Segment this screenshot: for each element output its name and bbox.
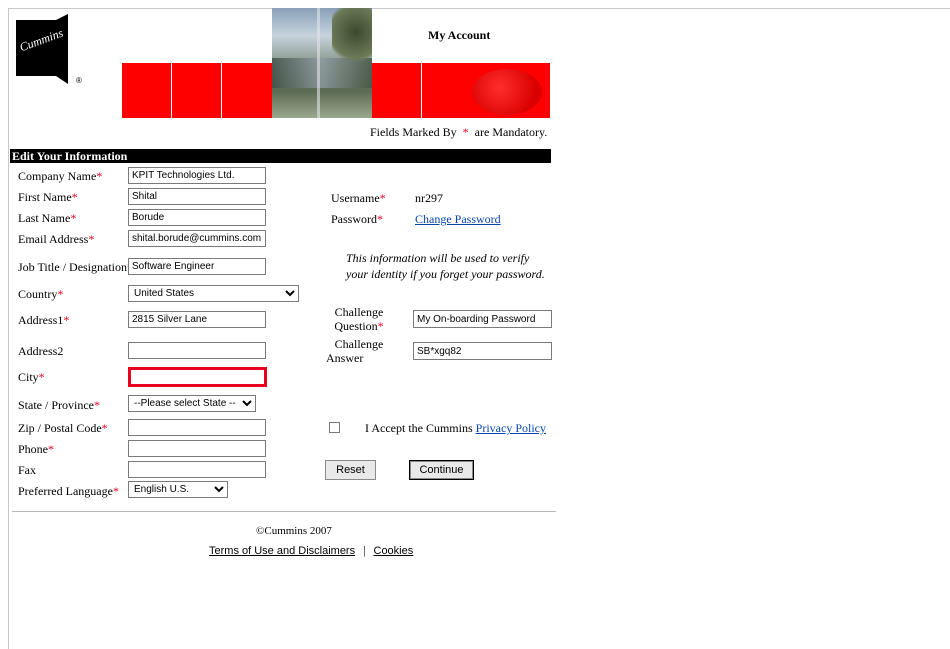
- mandatory-note: Fields Marked By * are Mandatory.: [370, 125, 548, 139]
- cummins-logo[interactable]: Cummins ®: [12, 14, 82, 90]
- fax-label: Fax: [18, 463, 36, 477]
- last-name-input[interactable]: [128, 209, 266, 226]
- header-photo: [272, 8, 372, 118]
- first-name-label: First Name*: [18, 190, 78, 204]
- state-select[interactable]: --Please select State --: [128, 395, 256, 412]
- job-title-input[interactable]: [128, 258, 266, 275]
- continue-button[interactable]: Continue: [409, 460, 474, 480]
- city-label: City*: [18, 370, 45, 384]
- challenge-question-label: Challenge Question*: [334, 305, 384, 333]
- phone-input[interactable]: [128, 440, 266, 457]
- company-name-input[interactable]: [128, 167, 266, 184]
- footer-divider: [12, 511, 556, 512]
- accept-checkbox[interactable]: [329, 422, 340, 433]
- reset-button[interactable]: Reset: [325, 460, 376, 480]
- email-input[interactable]: [128, 230, 266, 247]
- address2-label: Address2: [18, 344, 64, 358]
- challenge-question-input[interactable]: [413, 310, 552, 328]
- registered-mark: ®: [76, 76, 82, 85]
- section-title: Edit Your Information: [12, 149, 128, 163]
- city-input[interactable]: [128, 367, 267, 387]
- change-password-link[interactable]: Change Password: [415, 212, 501, 227]
- country-select[interactable]: United States: [128, 285, 299, 302]
- accept-terms-text: I Accept the Cummins Privacy Policy: [365, 421, 546, 435]
- zip-label: Zip / Postal Code*: [18, 421, 108, 435]
- challenge-answer-label: Challenge Answer: [326, 337, 384, 365]
- section-header-bar: Edit Your Information: [10, 149, 551, 163]
- copyright-text: ©Cummins 2007: [256, 525, 332, 537]
- terms-link[interactable]: Terms of Use and Disclaimers: [209, 545, 355, 557]
- challenge-answer-input[interactable]: [413, 342, 552, 360]
- address1-input[interactable]: [128, 311, 266, 328]
- fax-input[interactable]: [128, 461, 266, 478]
- password-label: Password*: [331, 212, 384, 226]
- verification-info-text: This information will be used to verify …: [346, 251, 545, 281]
- email-label: Email Address*: [18, 232, 95, 246]
- first-name-input[interactable]: [128, 188, 266, 205]
- footer-separator: |: [363, 543, 366, 557]
- zip-input[interactable]: [128, 419, 266, 436]
- header-red-band: [122, 63, 272, 118]
- phone-label: Phone*: [18, 442, 54, 456]
- last-name-label: Last Name*: [18, 211, 77, 225]
- username-value: nr297: [415, 191, 443, 205]
- address1-label: Address1*: [18, 313, 70, 327]
- state-label: State / Province*: [18, 398, 100, 412]
- page-title: My Account: [428, 28, 491, 42]
- language-label: Preferred Language*: [18, 484, 119, 498]
- company-name-label: Company Name*: [18, 169, 103, 183]
- country-label: Country*: [18, 287, 64, 301]
- header-red-band-right: [372, 63, 550, 118]
- address2-input[interactable]: [128, 342, 266, 359]
- privacy-policy-link[interactable]: Privacy Policy: [476, 421, 546, 435]
- language-select[interactable]: English U.S.: [128, 481, 228, 498]
- username-label: Username*: [331, 191, 386, 205]
- cummins-logo-icon: Cummins: [16, 14, 68, 84]
- cookies-link[interactable]: Cookies: [374, 545, 414, 557]
- footer-links: Terms of Use and Disclaimers | Cookies: [209, 543, 413, 558]
- job-title-label: Job Title / Designation*: [18, 260, 133, 274]
